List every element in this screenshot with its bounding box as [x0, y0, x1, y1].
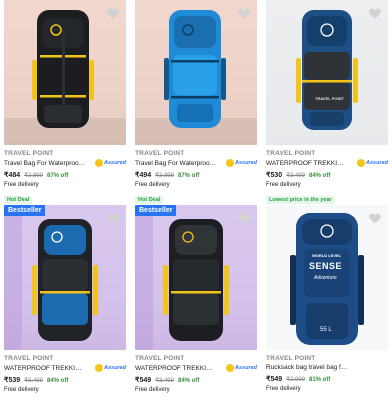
- product-card[interactable]: Bestseller TRAVEL POINT WATERPROOF TREKK…: [4, 205, 126, 393]
- patch-sub: Adventure: [314, 275, 337, 281]
- assured-badge: Assured: [225, 364, 257, 372]
- heart-icon[interactable]: [237, 6, 251, 20]
- product-discount: 87% off: [177, 173, 200, 179]
- product-price: ₹530: [266, 172, 283, 179]
- product-title[interactable]: Travel Bag For Waterproof Trekking Bag: [135, 160, 217, 167]
- product-brand: TRAVEL POINT: [4, 355, 54, 362]
- capacity-label: 55 L: [320, 327, 332, 333]
- deal-tag: Hot Deal: [135, 196, 164, 204]
- product-price: ₹549: [135, 377, 152, 384]
- product-card[interactable]: Bestseller TRAVEL POINT WATERPROOF TREKK…: [135, 205, 257, 393]
- product-title[interactable]: WATERPROOF TREKKING BAG HI...: [4, 365, 86, 372]
- heart-icon[interactable]: [237, 211, 251, 225]
- product-price: ₹494: [135, 172, 152, 179]
- product-image[interactable]: Bestseller: [4, 205, 126, 350]
- patch-main: SENSE: [309, 261, 343, 271]
- product-mrp: ₹3,499: [155, 378, 174, 384]
- backpack-image: [4, 205, 98, 350]
- heart-icon[interactable]: [106, 211, 120, 225]
- bestseller-badge: Bestseller: [135, 205, 177, 216]
- product-image[interactable]: WORLD LEVEL SENSE Adventure 55 L: [266, 205, 388, 350]
- assured-badge-icon: [225, 159, 234, 167]
- product-discount: 84% off: [177, 378, 200, 384]
- product-image[interactable]: TRAVEL POINT: [266, 0, 388, 145]
- product-title[interactable]: Rucksack bag travel bag for men ...: [266, 364, 348, 371]
- assured-badge: Assured: [94, 159, 126, 167]
- backpack-image: [4, 10, 126, 145]
- product-discount: 84% off: [46, 378, 69, 384]
- backpack-image: [296, 10, 358, 130]
- product-mrp: ₹2,899: [24, 173, 43, 179]
- product-card[interactable]: TRAVEL POINT Travel Bag For Waterproof T…: [4, 0, 126, 206]
- product-mrp: ₹3,499: [286, 173, 305, 179]
- product-mrp: ₹3,499: [24, 378, 43, 384]
- delivery-info: Free delivery: [4, 182, 39, 188]
- assured-badge-icon: [94, 364, 103, 372]
- product-title[interactable]: Travel Bag For Waterproof Trekking Bag: [4, 160, 86, 167]
- product-price: ₹549: [266, 376, 283, 383]
- product-price: ₹539: [4, 377, 21, 384]
- bag-label: TRAVEL POINT: [315, 96, 344, 101]
- delivery-info: Free delivery: [4, 387, 39, 393]
- product-discount: 84% off: [308, 173, 331, 179]
- assured-badge-icon: [356, 159, 365, 167]
- backpack-image: [135, 205, 229, 350]
- delivery-info: Free delivery: [135, 182, 170, 188]
- delivery-info: Free delivery: [266, 182, 301, 188]
- deal-tag: Hot Deal: [4, 196, 33, 204]
- deal-tag: Lowest price in the year: [266, 196, 335, 204]
- product-brand: TRAVEL POINT: [135, 150, 185, 157]
- assured-badge: Assured: [356, 159, 388, 167]
- heart-icon[interactable]: [368, 211, 382, 225]
- product-card[interactable]: WORLD LEVEL SENSE Adventure 55 L TRAVEL …: [266, 205, 388, 392]
- product-image[interactable]: [135, 0, 257, 145]
- heart-icon[interactable]: [368, 6, 382, 20]
- product-brand: TRAVEL POINT: [266, 150, 316, 157]
- product-title[interactable]: WATERPROOF TREKKING BAG HI...: [266, 160, 348, 167]
- heart-icon[interactable]: [106, 6, 120, 20]
- product-image[interactable]: Bestseller: [135, 205, 257, 350]
- assured-badge-icon: [225, 364, 234, 372]
- product-discount: 87% off: [46, 173, 69, 179]
- assured-badge: Assured: [94, 364, 126, 372]
- backpack-image: [135, 10, 257, 145]
- product-discount: 81% off: [308, 377, 331, 383]
- delivery-info: Free delivery: [135, 387, 170, 393]
- product-brand: TRAVEL POINT: [4, 150, 54, 157]
- assured-badge: Assured: [225, 159, 257, 167]
- patch-top: WORLD LEVEL: [312, 253, 342, 258]
- product-brand: TRAVEL POINT: [266, 355, 316, 362]
- product-mrp: ₹3,899: [155, 173, 174, 179]
- product-title[interactable]: WATERPROOF TREKKING BAG HI...: [135, 365, 217, 372]
- assured-badge-icon: [94, 159, 103, 167]
- delivery-info: Free delivery: [266, 386, 301, 392]
- product-price: ₹484: [4, 172, 21, 179]
- product-grid: TRAVEL POINT Travel Bag For Waterproof T…: [0, 0, 392, 400]
- product-image[interactable]: [4, 0, 126, 145]
- product-brand: TRAVEL POINT: [135, 355, 185, 362]
- product-card[interactable]: TRAVEL POINT TRAVEL POINT WATERPROOF TRE…: [266, 0, 388, 206]
- product-card[interactable]: TRAVEL POINT Travel Bag For Waterproof T…: [135, 0, 257, 206]
- product-mrp: ₹2,999: [286, 377, 305, 383]
- bestseller-badge: Bestseller: [4, 205, 46, 216]
